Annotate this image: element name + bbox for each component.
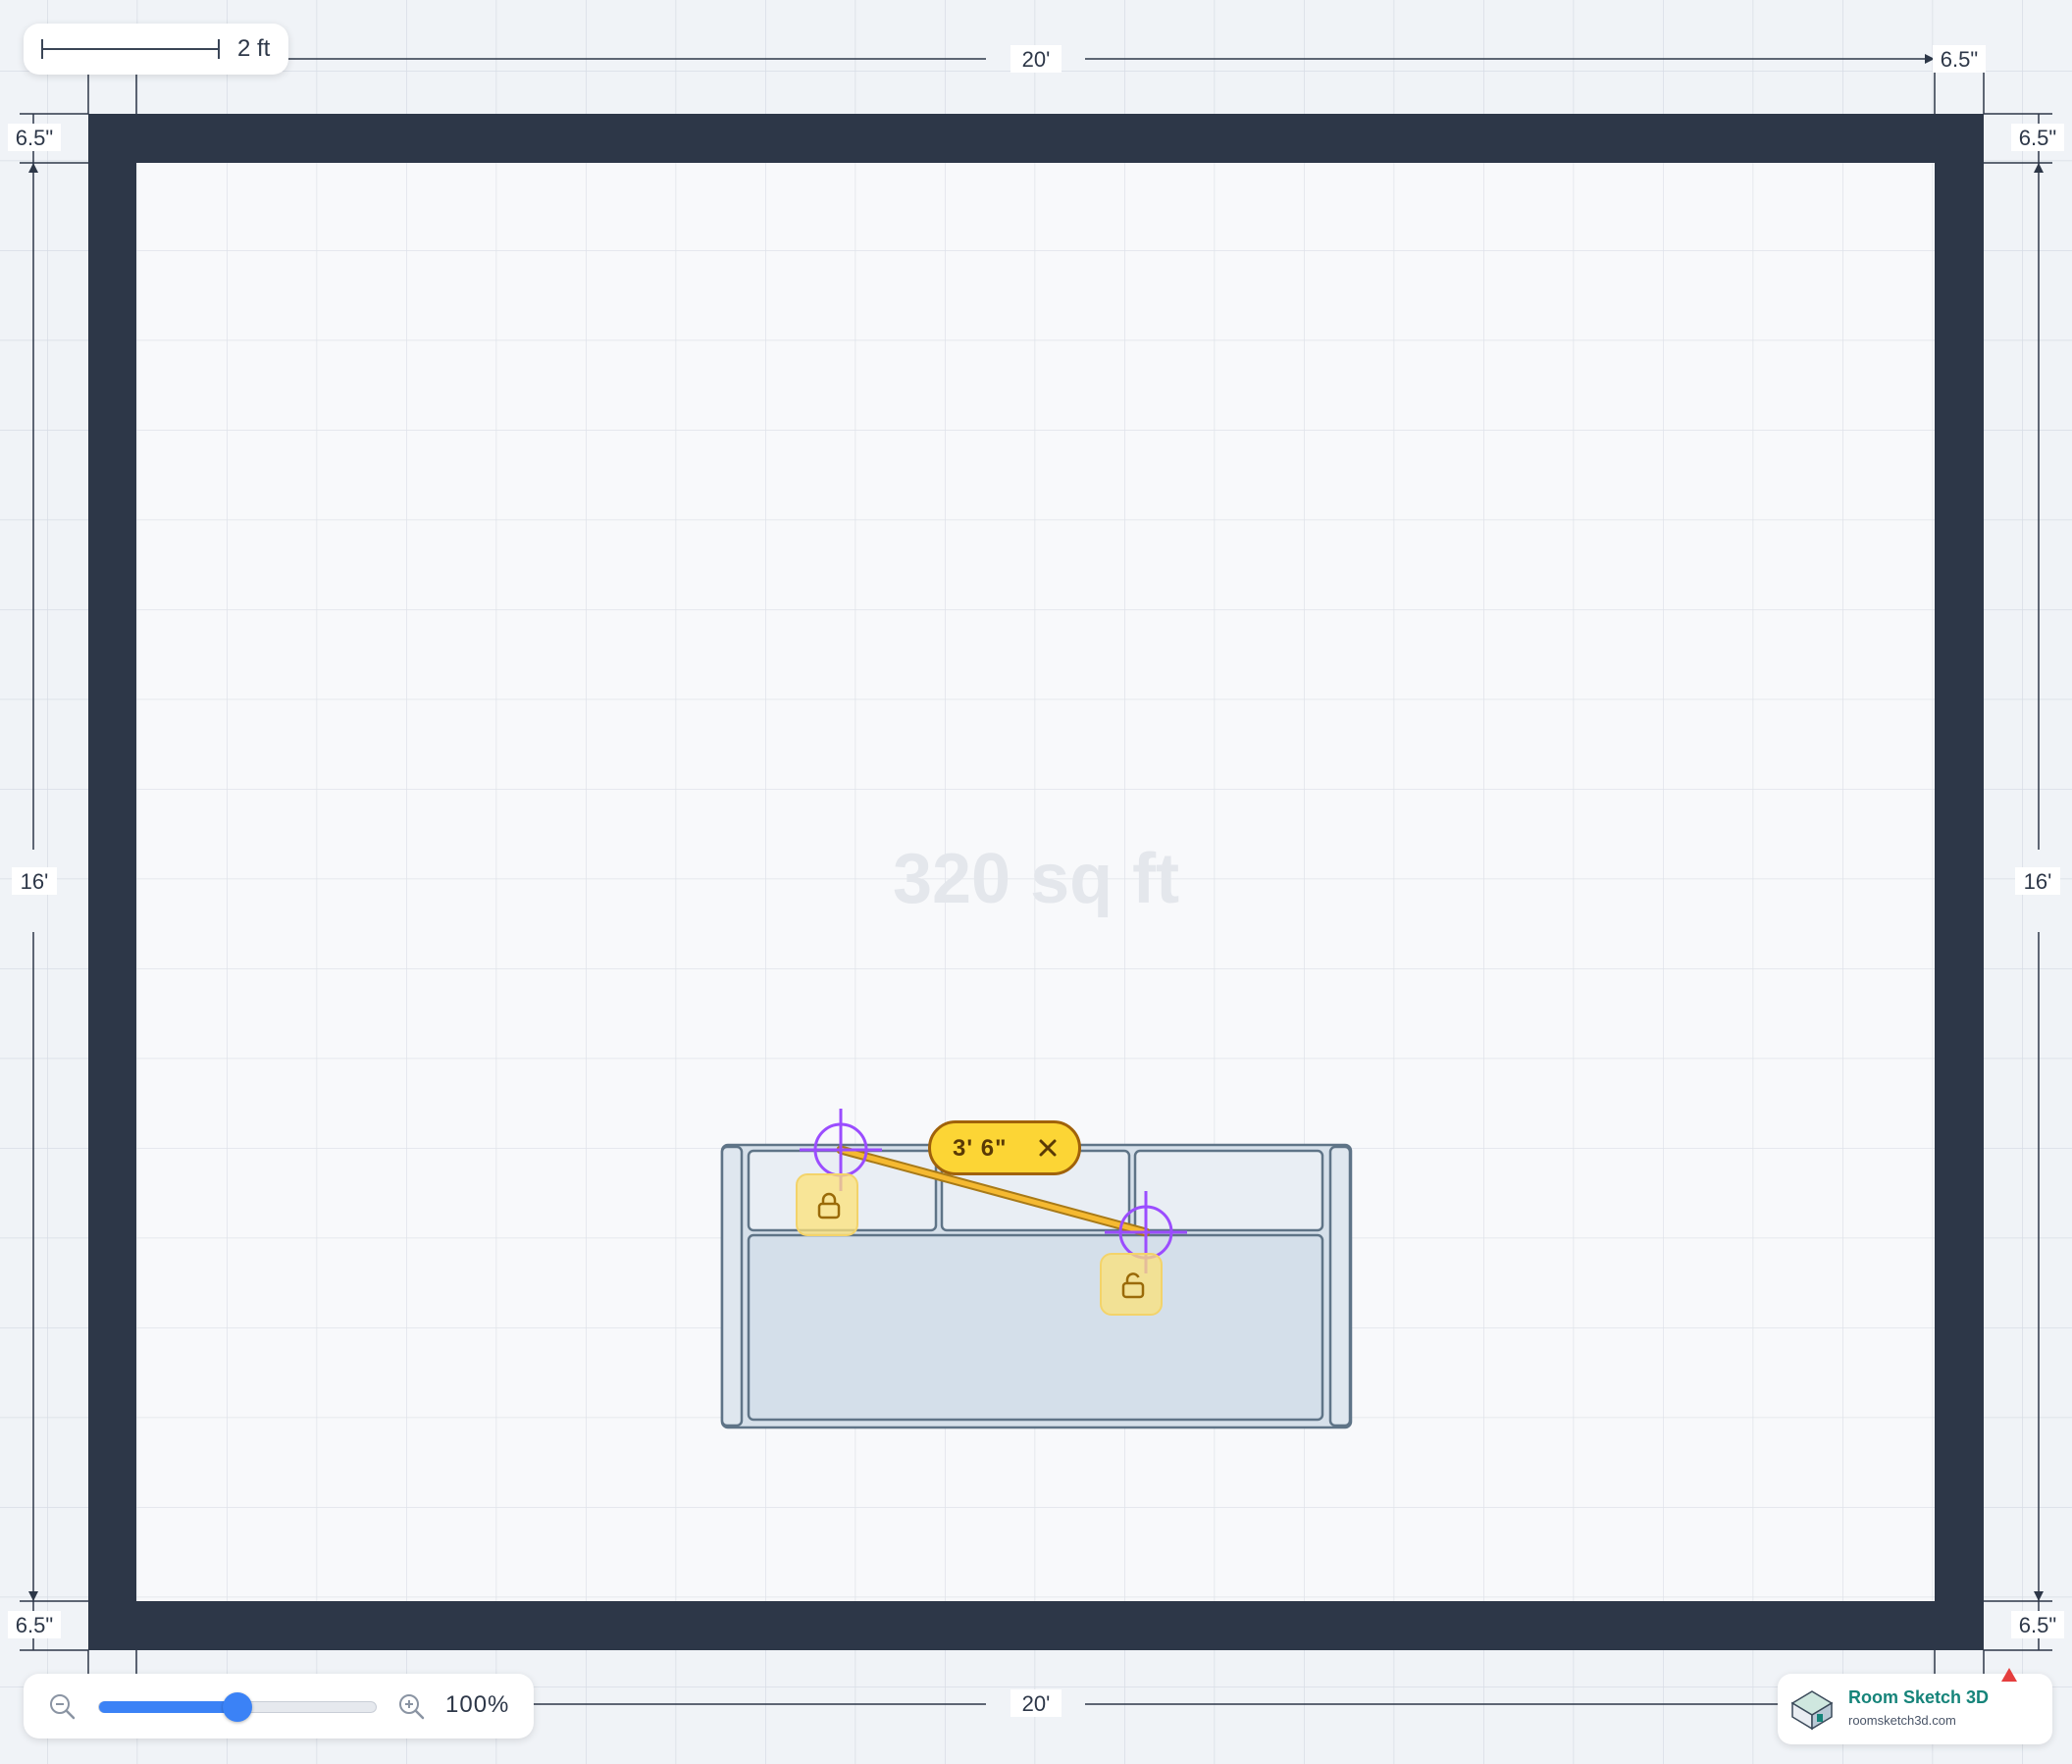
scale-bar-tick bbox=[41, 39, 43, 59]
lock-open-icon bbox=[1121, 1272, 1145, 1299]
measurement-value: 3' 6" bbox=[953, 1135, 1008, 1162]
dimension-top-label: 20' bbox=[1022, 47, 1051, 72]
wall-bottom[interactable] bbox=[88, 1601, 1984, 1650]
lock-closed-icon bbox=[817, 1192, 841, 1219]
zoom-level-label: 100% bbox=[445, 1691, 510, 1718]
brand-badge[interactable]: Room Sketch 3D roomsketch3d.com bbox=[1778, 1668, 2052, 1744]
dimension-left-label: 16' bbox=[21, 869, 49, 894]
zoom-out-icon[interactable] bbox=[47, 1691, 77, 1721]
sofa-back-cushion-right bbox=[1133, 1149, 1324, 1232]
zoom-slider-handle[interactable] bbox=[223, 1692, 252, 1722]
brand-name: Room Sketch 3D bbox=[1848, 1687, 1990, 1707]
close-icon[interactable] bbox=[1033, 1133, 1062, 1163]
notification-flag-icon bbox=[2001, 1668, 2017, 1682]
lock-point-a-button[interactable] bbox=[796, 1173, 858, 1236]
dimension-bottom-label: 20' bbox=[1022, 1691, 1051, 1716]
wall-left[interactable] bbox=[88, 114, 136, 1650]
measurement-label-chip[interactable]: 3' 6" bbox=[928, 1120, 1081, 1175]
scale-bar-label: 2 ft bbox=[237, 35, 271, 62]
zoom-slider-fill bbox=[99, 1701, 237, 1713]
wall-thickness-label: 6.5" bbox=[16, 1613, 53, 1637]
floor-plan-canvas[interactable]: 320 sq ft 20' 6.5" 20' 6.5" 16' 6.5" 6.5… bbox=[0, 0, 2072, 1764]
sofa-arm-left bbox=[720, 1145, 744, 1427]
dimension-right-label: 16' bbox=[2024, 869, 2052, 894]
lock-point-b-button[interactable] bbox=[1100, 1253, 1163, 1316]
room-area-label: 320 sq ft bbox=[893, 840, 1179, 918]
wall-thickness-label: 6.5" bbox=[2019, 1613, 2056, 1637]
scale-bar-tick bbox=[218, 39, 220, 59]
sofa-arm-right bbox=[1328, 1145, 1352, 1427]
wall-thickness-label: 6.5" bbox=[2019, 126, 2056, 150]
zoom-in-icon[interactable] bbox=[396, 1691, 426, 1721]
zoom-slider[interactable] bbox=[98, 1692, 377, 1722]
scale-bar: 2 ft bbox=[24, 24, 288, 75]
sofa-seat-cushion bbox=[747, 1233, 1324, 1422]
wall-right[interactable] bbox=[1935, 114, 1984, 1650]
wall-thickness-label: 6.5" bbox=[1941, 47, 1978, 72]
brand-url: roomsketch3d.com bbox=[1848, 1713, 1956, 1728]
wall-thickness-label: 6.5" bbox=[16, 126, 53, 150]
scale-bar-line bbox=[41, 48, 220, 50]
wall-top[interactable] bbox=[88, 114, 1984, 163]
house-logo-icon bbox=[1787, 1686, 1837, 1735]
zoom-controls: 100% bbox=[24, 1674, 534, 1738]
